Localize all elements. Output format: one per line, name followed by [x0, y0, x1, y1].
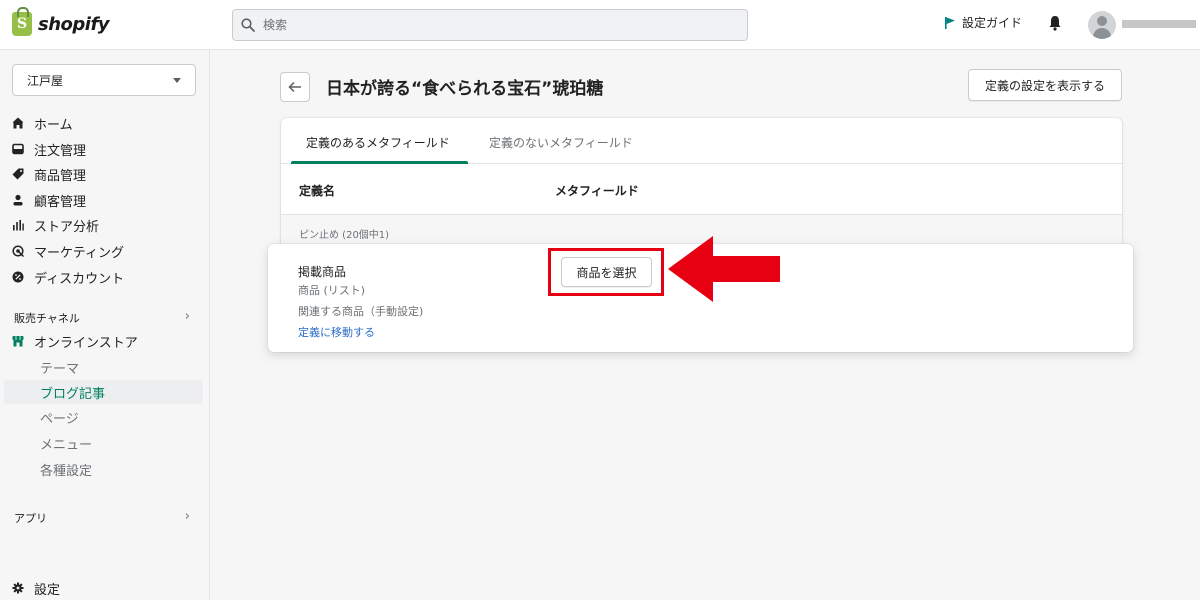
sidebar: 江戸屋 ホーム 注文管理 商品管理 顧客管理 ストア分析 マーケティング ディス… [0, 50, 210, 600]
view-definitions-button[interactable]: 定義の設定を表示する [968, 69, 1122, 101]
apps-header[interactable]: アプリ › [14, 509, 194, 526]
sales-channels-header[interactable]: 販売チャネル › [14, 309, 194, 326]
definition-type: 商品 (リスト) [298, 284, 366, 297]
nav-item-customers[interactable]: 顧客管理 [12, 189, 86, 211]
search-bar[interactable] [232, 9, 748, 41]
sidebar-item-menus[interactable]: メニュー [40, 431, 92, 455]
sidebar-item-preferences[interactable]: 各種設定 [40, 457, 92, 481]
red-arrow-icon [668, 236, 780, 302]
gear-icon [12, 582, 24, 594]
nav-item-marketing[interactable]: マーケティング [12, 240, 124, 262]
avatar[interactable] [1088, 11, 1116, 39]
top-bar: shopify 設定ガイド [0, 0, 1200, 50]
store-icon [12, 336, 24, 347]
column-header-definition: 定義名 [299, 184, 336, 198]
column-header-metafield: メタフィールド [555, 184, 639, 198]
arrow-left-icon [288, 81, 301, 93]
brand-name: shopify [38, 13, 110, 35]
nav-label: マーケティング [34, 245, 124, 261]
nav-label: ホーム [34, 117, 73, 133]
tab-without-definition[interactable]: 定義のないメタフィールド [489, 134, 633, 151]
nav-label: 商品管理 [34, 168, 87, 184]
username-redacted [1122, 20, 1196, 28]
sidebar-item-pages[interactable]: ページ [40, 405, 79, 429]
flag-icon [945, 16, 955, 29]
chevron-right-icon: › [184, 309, 190, 324]
chevron-right-icon: › [184, 509, 190, 524]
nav-label: オンラインストア [34, 335, 138, 351]
setup-guide-label: 設定ガイド [962, 16, 1023, 30]
tab-with-definition[interactable]: 定義のあるメタフィールド [306, 134, 450, 151]
sidebar-item-blog-posts[interactable]: ブログ記事 [4, 380, 203, 404]
back-button[interactable] [280, 72, 310, 102]
nav-item-discounts[interactable]: ディスカウント [12, 266, 124, 288]
select-products-button[interactable]: 商品を選択 [561, 257, 652, 287]
caret-down-icon [173, 78, 181, 83]
store-name: 江戸屋 [27, 73, 64, 88]
definition-description: 関連する商品（手動設定) [298, 305, 424, 318]
search-input[interactable] [263, 18, 723, 32]
nav-item-settings[interactable]: 設定 [12, 577, 60, 599]
sidebar-item-themes[interactable]: テーマ [40, 355, 79, 379]
search-icon [241, 18, 255, 32]
nav-item-products[interactable]: 商品管理 [12, 163, 86, 185]
nav-label: ディスカウント [34, 271, 125, 287]
tag-icon [12, 168, 24, 180]
home-icon [12, 117, 24, 129]
nav-label: 注文管理 [34, 143, 87, 159]
sales-channels-label: 販売チャネル [14, 312, 80, 325]
nav-item-home[interactable]: ホーム [12, 112, 73, 134]
nav-label: 設定 [34, 582, 61, 598]
person-icon [13, 194, 23, 206]
active-tab-indicator [291, 161, 468, 164]
shopify-bag-icon [12, 7, 32, 36]
definition-name: 掲載商品 [298, 265, 347, 279]
metafield-tabs: 定義のあるメタフィールド 定義のないメタフィールド [281, 118, 1122, 164]
nav-label: ストア分析 [34, 219, 100, 235]
nav-item-orders[interactable]: 注文管理 [12, 138, 86, 160]
page-title: 日本が誇る“食べられる宝石”琥珀糖 [326, 79, 604, 99]
nav-item-analytics[interactable]: ストア分析 [12, 214, 99, 236]
discount-icon [12, 271, 24, 283]
pinned-label: ピン止め (20個中1) [299, 230, 390, 241]
analytics-icon [13, 220, 24, 231]
shopify-logo[interactable]: shopify [12, 7, 110, 36]
apps-label: アプリ [14, 512, 47, 525]
setup-guide-button[interactable]: 設定ガイド [944, 14, 1022, 31]
target-icon [12, 245, 24, 257]
nav-item-online-store[interactable]: オンラインストア [12, 330, 138, 352]
bell-icon[interactable] [1048, 15, 1062, 31]
go-to-definition-link[interactable]: 定義に移動する [298, 324, 375, 340]
nav-label: 顧客管理 [34, 194, 87, 210]
orders-icon [12, 143, 24, 155]
store-selector[interactable]: 江戸屋 [12, 64, 196, 96]
